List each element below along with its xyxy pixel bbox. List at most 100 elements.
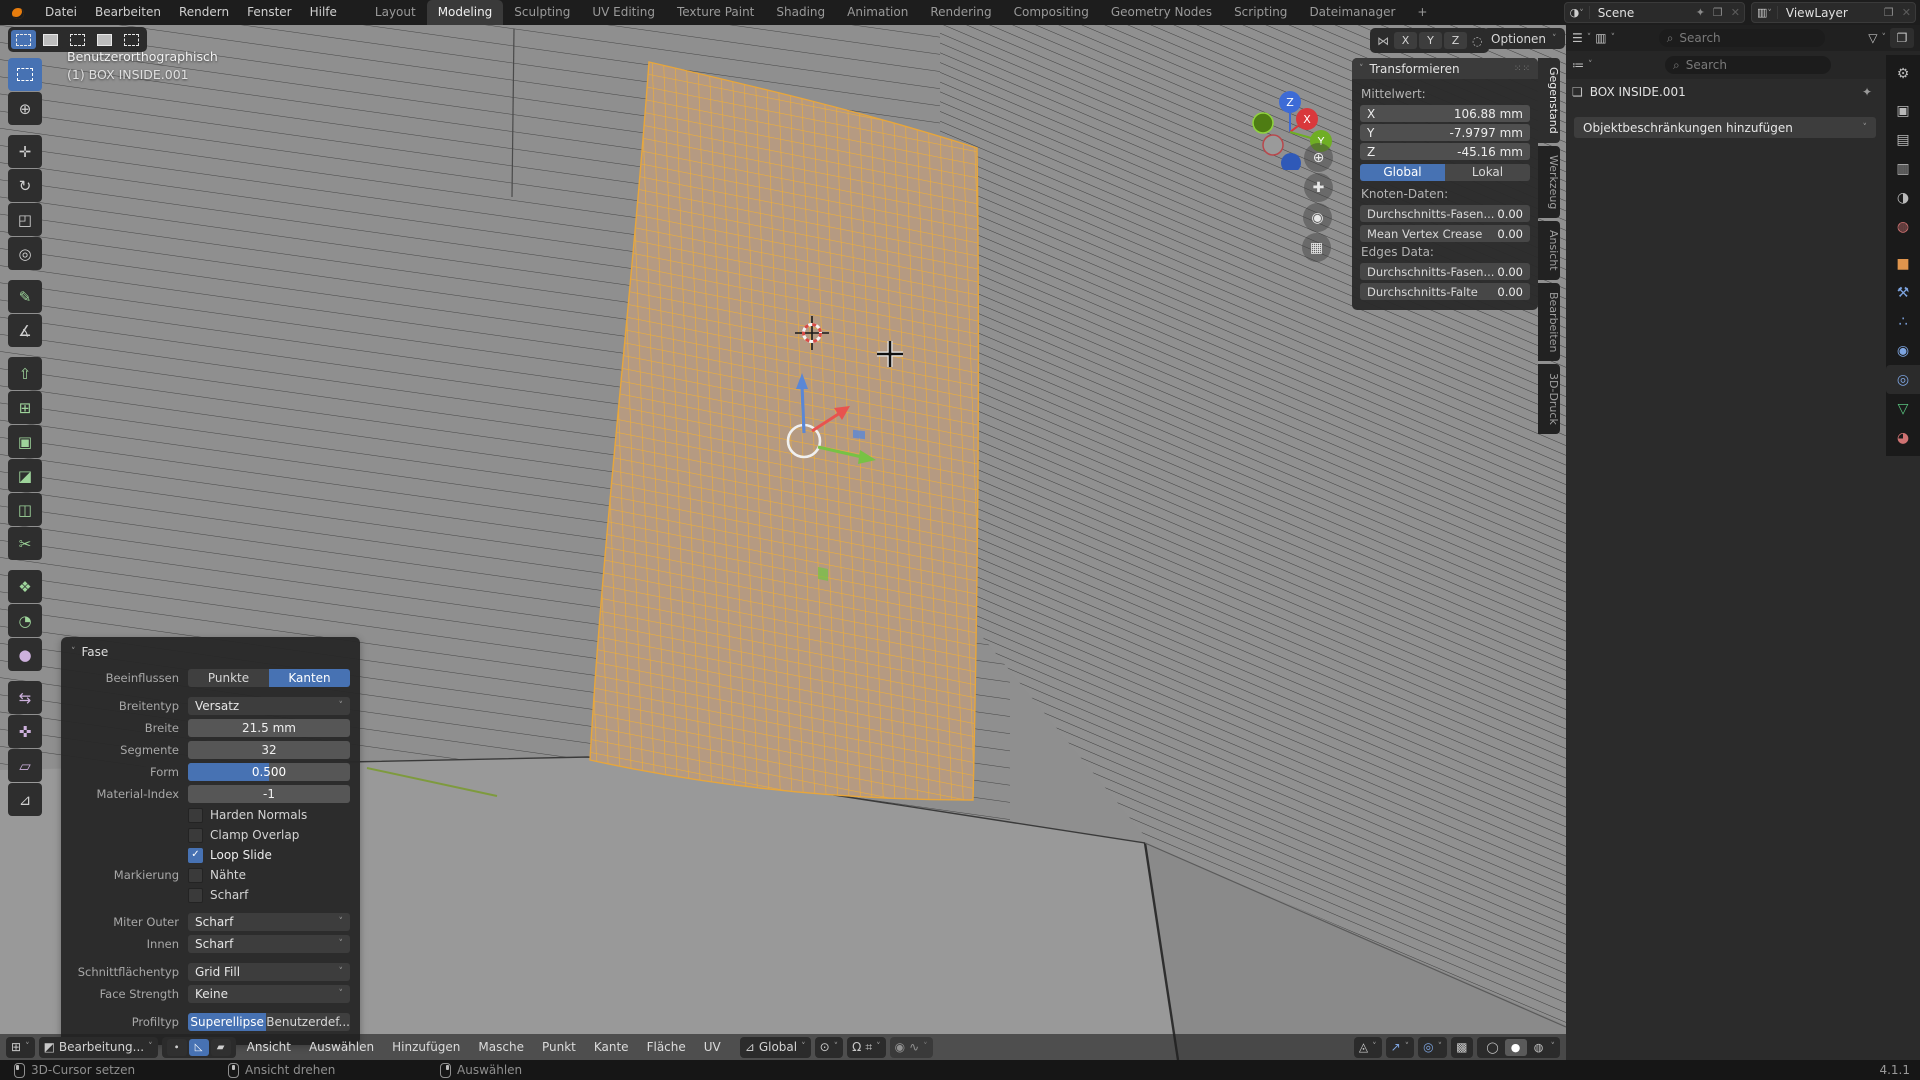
profile-superellipse-button[interactable]: Superellipse: [188, 1013, 266, 1031]
width-field[interactable]: 21.5 mm: [188, 719, 350, 737]
properties-search-input[interactable]: ⌕ Search: [1665, 56, 1831, 74]
viewlayer-selector[interactable]: ▥˅ ViewLayer ❐ ✕: [1751, 2, 1916, 23]
collapse-chevron-icon[interactable]: ˅: [1359, 64, 1364, 74]
vertex-select-button[interactable]: ∙: [167, 1039, 187, 1056]
camera-view-button[interactable]: ◉: [1303, 203, 1332, 232]
tab-scripting[interactable]: Scripting: [1223, 0, 1298, 25]
tool-loop-cut[interactable]: ◫: [8, 493, 42, 526]
blender-logo-icon[interactable]: [10, 5, 28, 21]
tab-object[interactable]: ■: [1886, 249, 1920, 278]
tool-scale[interactable]: ◰: [8, 203, 42, 236]
face-select-button[interactable]: ▰: [211, 1039, 231, 1056]
shading-dropdown-chevron[interactable]: ˅: [1551, 1042, 1556, 1052]
tab-modeling[interactable]: Modeling: [427, 0, 504, 25]
tool-add-cube[interactable]: ⊞: [8, 391, 42, 424]
outliner-display-mode-icon[interactable]: ☰: [1572, 31, 1583, 45]
close-viewlayer-icon[interactable]: ✕: [1898, 6, 1915, 19]
pin-icon[interactable]: ✦: [1862, 85, 1872, 99]
tool-spin[interactable]: ◔: [8, 604, 42, 637]
menu-auswaehlen[interactable]: Auswählen: [302, 1034, 381, 1060]
n-tab-3d-druck[interactable]: 3D-Druck: [1538, 364, 1560, 434]
breadcrumb-object-name[interactable]: BOX INSIDE.001: [1590, 85, 1686, 99]
mirror-x-button[interactable]: X: [1394, 32, 1417, 49]
add-constraint-dropdown[interactable]: Objektbeschränkungen hinzufügen ˅: [1574, 117, 1876, 138]
n-tab-gegenstand[interactable]: Gegenstand: [1538, 58, 1560, 143]
n-tab-bearbeiten[interactable]: Bearbeiten: [1538, 283, 1560, 361]
snap-target-icon[interactable]: ⌗: [865, 1040, 872, 1055]
material-index-field[interactable]: -1: [188, 785, 350, 803]
tab-world[interactable]: ◍: [1886, 212, 1920, 241]
outliner-search-input[interactable]: ⌕ Search: [1659, 29, 1825, 47]
menu-hinzufuegen[interactable]: Hinzufügen: [385, 1034, 467, 1060]
editor-type-selector[interactable]: ⊞˅: [6, 1037, 35, 1058]
properties-editor-icon[interactable]: ≔: [1572, 58, 1584, 72]
magnet-icon[interactable]: Ω: [852, 1040, 861, 1054]
segments-field[interactable]: 32: [188, 741, 350, 759]
n-tab-ansicht[interactable]: Ansicht: [1538, 221, 1560, 280]
local-toggle[interactable]: Lokal: [1445, 164, 1530, 181]
tab-compositing[interactable]: Compositing: [1003, 0, 1100, 25]
shading-material-button[interactable]: ◍: [1528, 1039, 1550, 1056]
pin-icon[interactable]: ✦: [1692, 6, 1709, 19]
tab-physics[interactable]: ◉: [1886, 336, 1920, 365]
select-variant-tweak[interactable]: [11, 30, 36, 49]
tab-constraints[interactable]: ◎: [1886, 365, 1920, 394]
tool-poly-build[interactable]: ❖: [8, 570, 42, 603]
bevel-panel-header[interactable]: ˅ Fase: [71, 643, 350, 661]
profile-custom-button[interactable]: Benutzerdef...: [266, 1013, 350, 1031]
add-workspace-button[interactable]: +: [1406, 0, 1438, 25]
gizmo-axis-y-neg[interactable]: [1253, 113, 1273, 133]
pan-hand-button[interactable]: ✚: [1304, 173, 1333, 202]
mirror-y-button[interactable]: Y: [1419, 32, 1442, 49]
global-toggle[interactable]: Global: [1360, 164, 1445, 181]
sharp-checkbox[interactable]: [188, 888, 203, 903]
tool-select-box[interactable]: [8, 58, 42, 91]
tab-object-data[interactable]: ▽: [1886, 394, 1920, 423]
influence-punkte-button[interactable]: Punkte: [188, 669, 269, 687]
tool-shear[interactable]: ▱: [8, 749, 42, 782]
tab-animation[interactable]: Animation: [836, 0, 919, 25]
orientation-dropdown[interactable]: ⊿ Global˅: [740, 1037, 811, 1058]
outliner-filter-collection-icon[interactable]: ▥: [1595, 31, 1606, 45]
tool-3d-cursor[interactable]: ⊕: [8, 92, 42, 125]
pivot-point-dropdown[interactable]: ⊙˅: [815, 1037, 844, 1058]
drag-handle-icon[interactable]: ⁙⁙: [1514, 64, 1531, 74]
gizmos-icon[interactable]: ↗: [1391, 1040, 1401, 1054]
mean-vertex-crease-field[interactable]: Mean Vertex Crease0.00: [1360, 225, 1530, 242]
menu-flaeche[interactable]: Fläche: [640, 1034, 693, 1060]
menu-fenster[interactable]: Fenster: [238, 0, 301, 25]
harden-normals-checkbox[interactable]: [188, 808, 203, 823]
tool-rip-region[interactable]: ⊿: [8, 783, 42, 816]
tab-sculpting[interactable]: Sculpting: [503, 0, 581, 25]
zoom-button[interactable]: ⊕: [1304, 143, 1333, 172]
gizmo-axis-x-neg[interactable]: [1263, 135, 1283, 155]
tool-move[interactable]: ✛: [8, 135, 42, 168]
tab-view-layer[interactable]: ▥: [1886, 154, 1920, 183]
new-scene-icon[interactable]: ❐: [1709, 6, 1727, 19]
tab-rendering[interactable]: Rendering: [919, 0, 1002, 25]
face-strength-dropdown[interactable]: Keine˅: [188, 985, 350, 1003]
tab-geometry-nodes[interactable]: Geometry Nodes: [1100, 0, 1223, 25]
tab-tool[interactable]: ⚙: [1886, 59, 1920, 88]
tool-rotate[interactable]: ↻: [8, 169, 42, 202]
shape-slider[interactable]: 0.500: [188, 763, 350, 781]
select-variant-box[interactable]: [38, 30, 63, 49]
menu-uv[interactable]: UV: [697, 1034, 728, 1060]
edge-crease-field[interactable]: Durchschnitts-Falte0.00: [1360, 283, 1530, 300]
tab-uv-editing[interactable]: UV Editing: [581, 0, 666, 25]
tab-material[interactable]: ◕: [1886, 423, 1920, 452]
tab-render[interactable]: ▣: [1886, 96, 1920, 125]
visibility-dropdown[interactable]: ◬˅: [1354, 1037, 1382, 1058]
ortho-grid-button[interactable]: ▦: [1302, 233, 1331, 262]
miter-inner-dropdown[interactable]: Scharf˅: [188, 935, 350, 953]
falloff-curve-icon[interactable]: ∿: [909, 1040, 919, 1054]
mirror-z-button[interactable]: Z: [1444, 32, 1467, 49]
tab-modifiers[interactable]: ⚒: [1886, 278, 1920, 307]
intersection-type-dropdown[interactable]: Grid Fill˅: [188, 963, 350, 981]
menu-datei[interactable]: Datei: [36, 0, 86, 25]
tool-edge-slide[interactable]: ⇆: [8, 681, 42, 714]
outliner-filter-icon[interactable]: ▽: [1868, 31, 1877, 45]
tool-bevel[interactable]: ◪: [8, 459, 42, 492]
tab-texture-paint[interactable]: Texture Paint: [666, 0, 765, 25]
tab-shading[interactable]: Shading: [765, 0, 836, 25]
